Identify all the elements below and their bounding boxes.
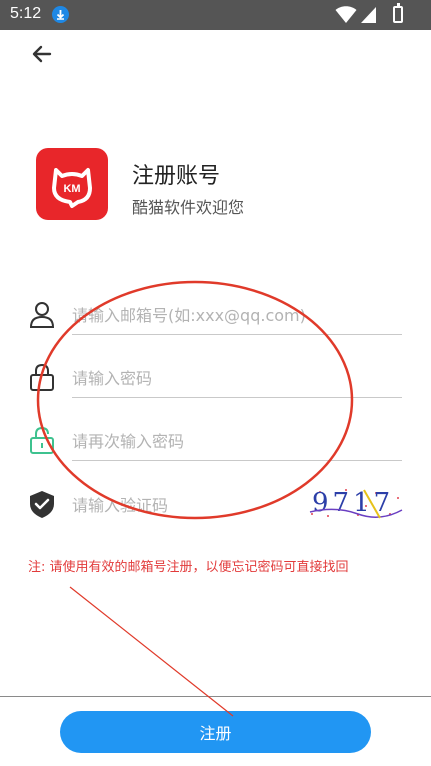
register-button[interactable]: 注册 [60, 711, 371, 753]
download-icon [52, 6, 69, 23]
page-subtitle: 酷猫软件欢迎您 [132, 198, 245, 217]
registration-note: 注: 请使用有效的邮箱号注册，以便忘记密码可直接找回 [28, 560, 349, 575]
captcha-field[interactable] [72, 480, 304, 525]
password-confirm-field[interactable] [72, 416, 402, 461]
status-icons [335, 6, 395, 24]
page-title: 注册账号 [132, 164, 221, 189]
lock-open-icon [26, 424, 58, 456]
password-field[interactable] [72, 353, 402, 398]
battery-icon [393, 3, 403, 23]
captcha-text: 9717 [312, 488, 394, 518]
email-row [26, 290, 406, 336]
logo-text: KM [63, 183, 80, 195]
email-field[interactable] [72, 290, 402, 335]
captcha-row: 9717 [26, 480, 406, 526]
status-bar: 5:12 [0, 0, 431, 30]
captcha-image[interactable]: 9717 [306, 484, 404, 520]
status-time: 5:12 [10, 5, 42, 22]
password-row [26, 353, 406, 399]
shield-check-icon [26, 488, 58, 520]
bottom-divider [0, 696, 431, 697]
user-icon [26, 298, 58, 330]
app-logo: KM [36, 148, 108, 220]
signal-icon [361, 7, 376, 23]
back-button[interactable] [28, 40, 56, 68]
password-confirm-row [26, 416, 406, 462]
arrow-left-icon [32, 45, 52, 63]
lock-icon [26, 361, 58, 393]
wifi-icon [335, 6, 357, 23]
